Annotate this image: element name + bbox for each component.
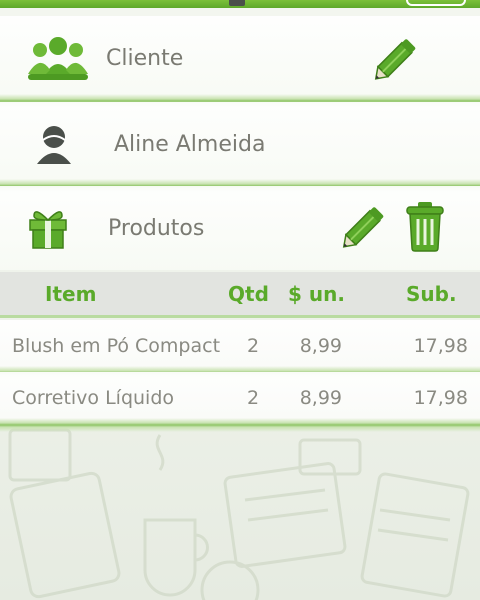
row-qty: 2: [246, 335, 260, 357]
header-unit-price[interactable]: $ un.: [288, 282, 345, 306]
gift-icon: [26, 206, 70, 250]
table-row[interactable]: Corretivo Líquido 2 8,99 17,98: [0, 372, 480, 424]
action-bar-button-edge[interactable]: [406, 0, 466, 6]
row-divider: [0, 418, 480, 432]
edit-products-button[interactable]: [338, 200, 392, 254]
customer-name: Aline Almeida: [114, 131, 266, 157]
row-subtotal: 17,98: [413, 387, 468, 409]
edit-customer-button[interactable]: [370, 32, 424, 86]
items-table-header: Item Qtd $ un. Sub.: [0, 272, 480, 318]
tab-indicator: [229, 0, 245, 6]
row-item: Blush em Pó Compacto: [12, 335, 220, 357]
row-unit-price: 8,99: [299, 335, 342, 357]
delete-products-button[interactable]: [404, 200, 446, 252]
action-bar-edge: [0, 0, 480, 8]
row-qty: 2: [246, 387, 260, 409]
products-section-row[interactable]: Produtos: [0, 186, 480, 270]
row-subtotal: 17,98: [413, 335, 468, 357]
table-row[interactable]: Blush em Pó Compacto 2 8,99 17,98: [0, 320, 480, 372]
row-unit-price: 8,99: [299, 387, 342, 409]
header-qty[interactable]: Qtd: [228, 282, 269, 306]
header-item[interactable]: Item: [45, 282, 96, 306]
products-section-label: Produtos: [108, 215, 205, 241]
pencil-icon: [374, 39, 416, 80]
header-subtotal[interactable]: Sub.: [406, 282, 457, 306]
customers-group-icon: [26, 34, 90, 82]
customer-section-row[interactable]: Cliente: [0, 16, 480, 100]
customer-section-label: Cliente: [106, 45, 184, 71]
row-item: Corretivo Líquido: [12, 387, 175, 409]
person-icon: [34, 124, 74, 164]
pencil-icon: [342, 207, 384, 248]
customer-name-row[interactable]: Aline Almeida: [0, 102, 480, 186]
trash-icon: [406, 202, 444, 252]
